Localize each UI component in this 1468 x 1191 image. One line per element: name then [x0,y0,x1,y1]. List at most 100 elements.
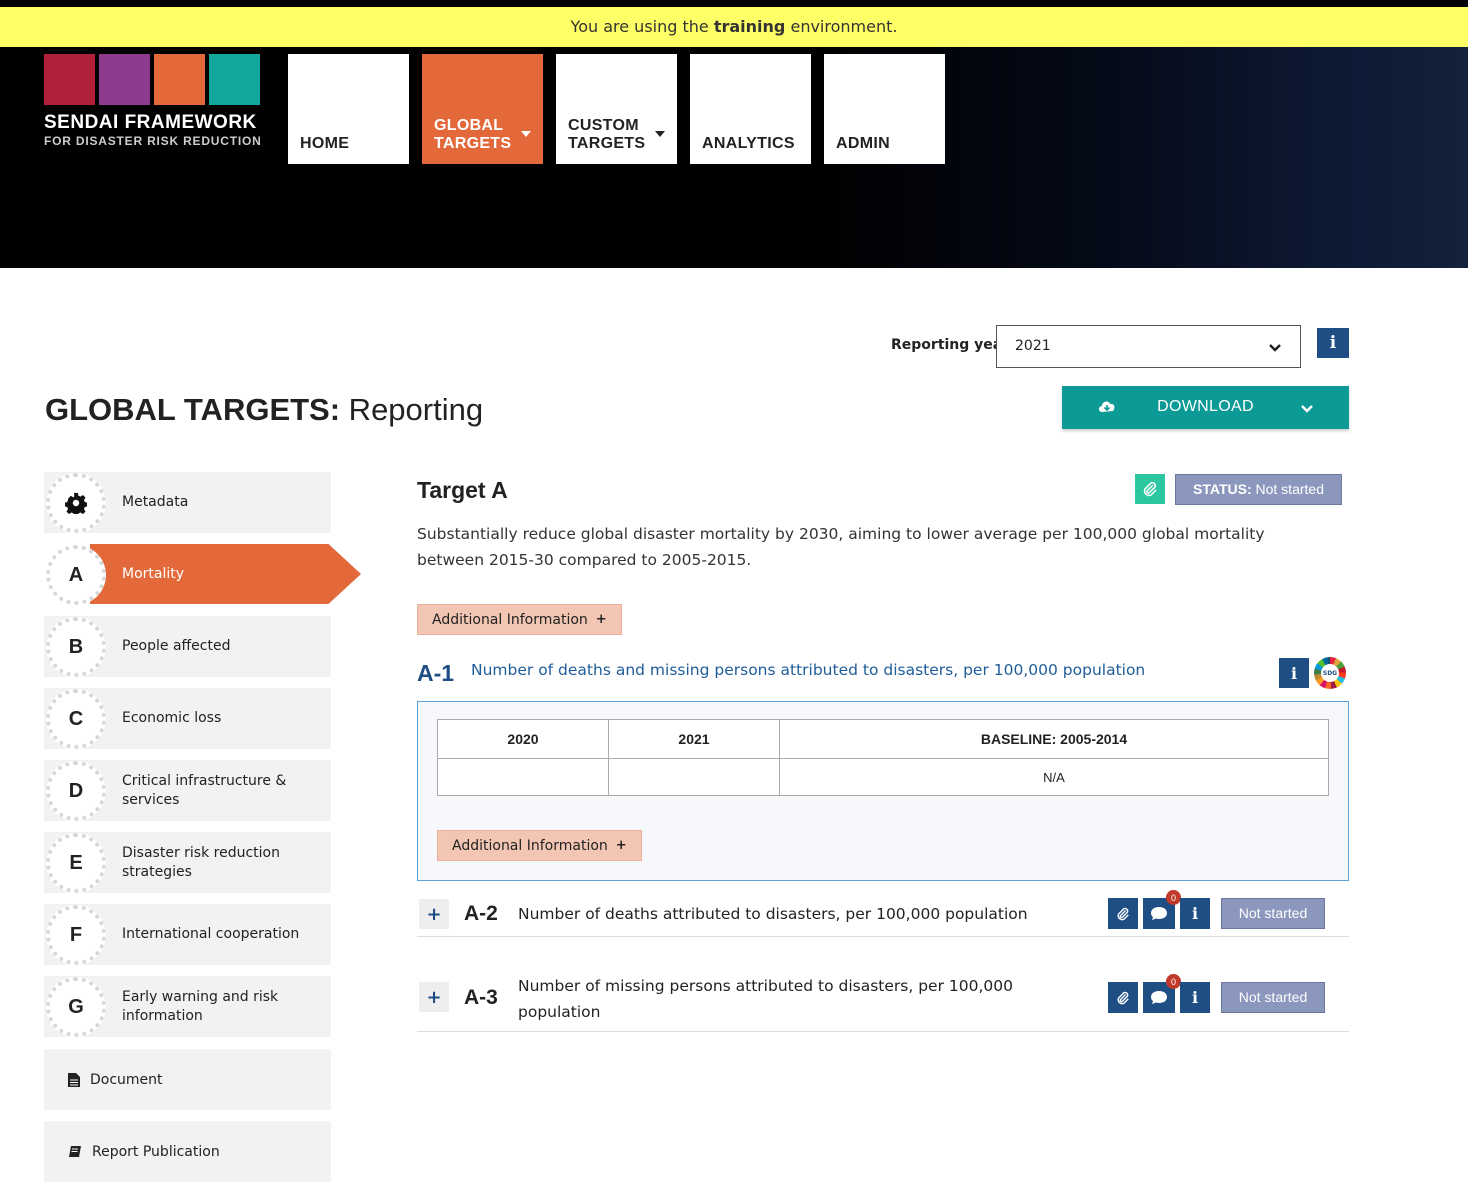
env-banner-prefix: You are using the [570,17,709,36]
additional-info-label: Additional Information [452,837,608,854]
additional-info-button[interactable]: Additional Information + [417,604,622,635]
comment-icon [1151,907,1167,920]
expand-button[interactable]: + [419,899,449,929]
sidebar-item-label: Economic loss [122,710,222,726]
chevron-down-icon [1269,344,1281,352]
attachment-button[interactable] [1108,898,1138,929]
nav-custom-targets-line2: TARGETS [568,135,646,152]
expand-button[interactable]: + [419,982,449,1012]
sidebar-item-metadata[interactable]: Metadata [44,472,331,533]
sidebar-item-badge: B [46,617,106,677]
sidebar-item-critical-infrastructure[interactable]: D Critical infrastructure & services [44,760,331,821]
chevron-down-icon [1301,405,1313,413]
plus-icon: + [595,612,607,627]
reporting-year-select[interactable]: 2021 [996,325,1301,368]
sidebar-item-people-affected[interactable]: B People affected [44,616,331,677]
logo-square [44,54,95,105]
nav-analytics-label: ANALYTICS [702,135,795,152]
indicator-row-a2: + A-2 Number of deaths attributed to dis… [417,890,1349,937]
sdg-label: SDG [1321,664,1339,682]
target-description: Substantially reduce global disaster mor… [417,525,1265,569]
sidebar-item-report-publication[interactable]: Report Publication [44,1121,331,1182]
sidebar-item-drr-strategies[interactable]: E Disaster risk reduction strategies [44,832,331,893]
nav-analytics[interactable]: ANALYTICS [690,54,811,164]
sidebar-item-badge: D [46,761,106,821]
logo-subtitle: FOR DISASTER RISK REDUCTION [44,134,262,148]
paperclip-icon [1117,991,1129,1004]
logo-title: SENDAI FRAMEWORK [44,112,257,133]
table-header: BASELINE: 2005-2014 [779,719,1329,759]
target-status-badge: STATUS: Not started [1175,474,1342,505]
sidebar-item-badge: G [46,977,106,1037]
env-banner-env: training [713,17,786,36]
sidebar-item-label: People affected [122,638,231,654]
sidebar-item-badge: F [46,905,106,965]
environment-banner: You are using the training environment. [0,7,1468,47]
table-header: 2021 [608,719,780,759]
status-label: STATUS: [1193,481,1252,497]
sidebar-item-economic-loss[interactable]: C Economic loss [44,688,331,749]
additional-info-label: Additional Information [432,611,588,628]
attachment-button[interactable] [1135,474,1165,504]
reporting-year-value: 2021 [1015,338,1051,354]
indicator-title: Number of deaths attributed to disasters… [518,905,1028,923]
status-badge: Not started [1221,898,1325,929]
nav-admin-label: ADMIN [836,135,890,152]
nav-home[interactable]: HOME [288,54,409,164]
sidebar-item-international-cooperation[interactable]: F International cooperation [44,904,331,965]
sidebar-item-label: Early warning and risk information [122,988,279,1024]
download-button[interactable]: DOWNLOAD [1062,386,1349,429]
gear-icon [65,492,87,514]
nav-custom-targets[interactable]: CUSTOM TARGETS [556,54,677,164]
plus-icon: + [615,838,627,853]
info-icon[interactable]: i [1279,658,1309,688]
logo-square [154,54,205,105]
sidebar-item-mortality[interactable]: A Mortality [44,544,361,605]
nav-admin[interactable]: ADMIN [824,54,945,164]
table-cell[interactable] [437,758,609,796]
sidebar-item-label: Critical infrastructure & services [122,772,287,808]
indicator-code: A-3 [464,986,498,1009]
table-cell[interactable] [608,758,780,796]
caret-down-icon [655,131,665,137]
comments-button[interactable]: 0 [1143,974,1181,1013]
page-title-rest: Reporting [340,392,484,427]
caret-down-icon [521,131,531,137]
additional-info-button[interactable]: Additional Information + [437,830,642,861]
sidebar-item-badge [46,473,106,533]
logo-square [99,54,150,105]
comments-button[interactable]: 0 [1143,890,1181,929]
status-badge: Not started [1221,982,1325,1013]
indicator-title: Number of missing persons attributed to … [518,977,1013,1021]
nav-global-targets[interactable]: GLOBAL TARGETS [422,54,543,164]
table-row: N/A [437,758,1329,796]
indicator-title[interactable]: Number of deaths and missing persons att… [471,661,1145,679]
sidebar-item-label: Document [90,1071,163,1088]
paperclip-icon [1143,481,1157,497]
sidebar-item-label: Report Publication [92,1143,220,1160]
book-icon [69,1145,81,1157]
page-title-bold: GLOBAL TARGETS: [45,392,341,427]
info-icon[interactable]: i [1180,898,1210,929]
sidebar-item-badge: A [46,545,106,605]
nav-global-targets-line1: GLOBAL [434,117,504,134]
nav-home-label: HOME [300,135,350,152]
attachment-button[interactable] [1108,982,1138,1013]
logo[interactable] [44,54,260,105]
site-header: SENDAI FRAMEWORK FOR DISASTER RISK REDUC… [0,47,1468,268]
sidebar-item-document[interactable]: Document [44,1049,331,1110]
table-header: 2020 [437,719,609,759]
file-icon [68,1072,80,1087]
status-value: Not started [1255,481,1324,497]
info-icon[interactable]: i [1180,982,1210,1013]
paperclip-icon [1117,907,1129,920]
env-banner-suffix: environment. [790,17,898,36]
sidebar-item-badge: C [46,689,106,749]
sdg-wheel-icon[interactable]: SDG [1314,657,1346,689]
sidebar-item-early-warning[interactable]: G Early warning and risk information [44,976,331,1037]
indicator-code: A-2 [464,902,498,925]
table-cell: N/A [779,758,1329,796]
logo-square [209,54,260,105]
reporting-year-info-icon[interactable]: i [1317,328,1349,358]
indicator-code: A-1 [417,660,455,686]
